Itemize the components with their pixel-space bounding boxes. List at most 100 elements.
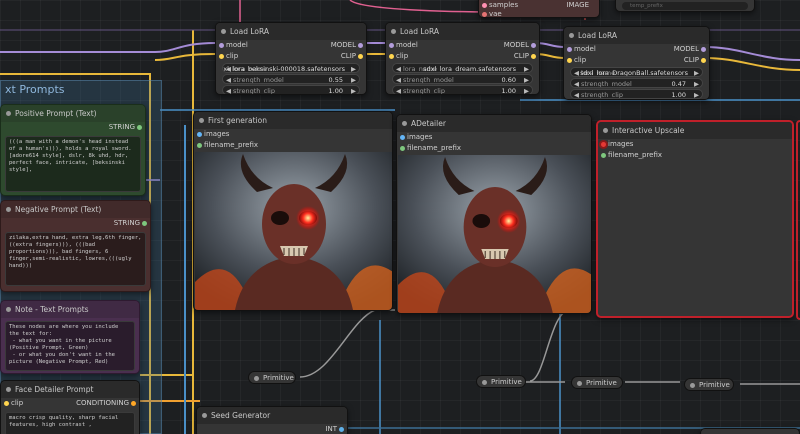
face-detailer-prompt-node[interactable]: Face Detailer Prompt clip CONDITIONING m… [0, 380, 140, 434]
strength-model-slider[interactable]: ◀ strength_model 0.55 ▶ [222, 74, 360, 84]
arrow-left-icon[interactable]: ◀ [396, 64, 401, 72]
positive-prompt-textarea[interactable]: (((a man with a demon's head instead of … [5, 136, 141, 192]
arrow-left-icon[interactable]: ◀ [396, 75, 401, 83]
collapse-toggle[interactable] [199, 118, 204, 123]
model-output-dot[interactable] [358, 43, 363, 48]
vae-decode-node[interactable]: samples IMAGE vae [478, 0, 600, 18]
arrow-right-icon[interactable]: ▶ [351, 64, 356, 72]
samples-input-dot[interactable] [482, 3, 487, 8]
clip-output-dot[interactable] [701, 58, 706, 63]
collapse-toggle[interactable] [577, 381, 582, 386]
lora-name-combo[interactable]: ◀ lora_name sdxl_lora_DragonBall.safeten… [570, 67, 703, 77]
seed-generator-node[interactable]: Seed Generator INT [196, 406, 348, 434]
collapse-toggle[interactable] [6, 111, 11, 116]
filename-prefix-input-dot[interactable] [601, 153, 606, 158]
collapse-toggle[interactable] [202, 413, 207, 418]
negative-prompt-node[interactable]: Negative Prompt (Text) STRING zilaka,ext… [0, 200, 151, 292]
node-title[interactable]: Negative Prompt (Text) [1, 201, 150, 218]
lora-name-combo[interactable]: ◀ lora_name sdxl_lora_dream.safetensors … [392, 63, 533, 73]
save-image-node-top[interactable]: temp_prefix [615, 0, 755, 12]
node-title[interactable]: Load LoRA [386, 23, 539, 40]
primitive-node-2[interactable]: Primitive [476, 375, 526, 388]
int-output-dot[interactable] [339, 427, 344, 432]
arrow-left-icon[interactable]: ◀ [574, 90, 579, 98]
first-generation-node[interactable]: First generation images filename_prefix [193, 111, 393, 311]
primitive-node-3[interactable]: Primitive [571, 376, 623, 389]
images-input-dot[interactable] [197, 132, 202, 137]
collapse-toggle[interactable] [254, 376, 259, 381]
collapse-toggle[interactable] [402, 121, 407, 126]
negative-prompt-textarea[interactable]: zilaka,extra hand, extra leg,6th finger,… [5, 232, 146, 286]
clip-input-dot[interactable] [219, 54, 224, 59]
arrow-right-icon[interactable]: ▶ [524, 86, 529, 94]
offscreen-node[interactable] [700, 428, 800, 434]
image-preview[interactable] [398, 155, 591, 313]
node-title[interactable]: Load LoRA [564, 27, 709, 44]
string-output-dot[interactable] [142, 221, 147, 226]
filename-prefix-input-dot[interactable] [400, 146, 405, 151]
collapse-toggle[interactable] [6, 207, 11, 212]
arrow-right-icon[interactable]: ▶ [351, 86, 356, 94]
collapse-toggle[interactable] [603, 128, 608, 133]
collapse-toggle[interactable] [569, 33, 574, 38]
arrow-right-icon[interactable]: ▶ [694, 90, 699, 98]
strength-clip-slider[interactable]: ◀ strength_clip 1.00 ▶ [222, 85, 360, 94]
node-title[interactable]: ADetailer [397, 115, 591, 132]
arrow-right-icon[interactable]: ▶ [694, 68, 699, 76]
primitive-node-4[interactable]: Primitive [684, 378, 734, 391]
load-lora-node-1[interactable]: Load LoRA model MODEL clip CLIP ◀ lora_n… [215, 22, 367, 95]
positive-prompt-node[interactable]: Positive Prompt (Text) STRING (((a man w… [0, 104, 146, 196]
node-title[interactable]: Note - Text Prompts [1, 301, 139, 318]
clip-input-dot[interactable] [567, 58, 572, 63]
arrow-right-icon[interactable]: ▶ [524, 64, 529, 72]
model-output-dot[interactable] [531, 43, 536, 48]
strength-clip-slider[interactable]: ◀ strength_clip 1.00 ▶ [392, 85, 533, 94]
vae-input-dot[interactable] [482, 12, 487, 17]
arrow-right-icon[interactable]: ▶ [351, 75, 356, 83]
arrow-left-icon[interactable]: ◀ [574, 68, 579, 76]
interactive-upscale-node[interactable]: Interactive Upscale images filename_pref… [596, 120, 794, 318]
collapse-toggle[interactable] [6, 307, 11, 312]
clip-output-dot[interactable] [358, 54, 363, 59]
node-title[interactable]: Face Detailer Prompt [1, 381, 139, 398]
clip-output-dot[interactable] [531, 54, 536, 59]
image-preview[interactable] [195, 152, 392, 310]
images-input-dot[interactable] [400, 135, 405, 140]
node-title[interactable]: Load LoRA [216, 23, 366, 40]
node-title[interactable]: Interactive Upscale [598, 122, 792, 139]
collapse-toggle[interactable] [391, 29, 396, 34]
collapse-toggle[interactable] [690, 383, 695, 388]
model-input-dot[interactable] [219, 43, 224, 48]
load-lora-node-3[interactable]: Load LoRA model MODEL clip CLIP ◀ lora_n… [563, 26, 710, 100]
model-input-dot[interactable] [567, 47, 572, 52]
arrow-left-icon[interactable]: ◀ [396, 86, 401, 94]
face-detailer-textarea[interactable]: macro crisp quality, sharp facial featur… [5, 412, 135, 434]
node-title[interactable]: First generation [194, 112, 392, 129]
conditioning-output-dot[interactable] [131, 401, 136, 406]
arrow-left-icon[interactable]: ◀ [226, 86, 231, 94]
model-output-dot[interactable] [701, 47, 706, 52]
arrow-left-icon[interactable]: ◀ [226, 75, 231, 83]
strength-clip-slider[interactable]: ◀ strength_clip 1.00 ▶ [570, 89, 703, 99]
filename-prefix-input-dot[interactable] [197, 143, 202, 148]
note-textarea[interactable]: These nodes are where you include the te… [5, 321, 135, 371]
primitive-node-1[interactable]: Primitive [248, 371, 296, 384]
strength-model-slider[interactable]: ◀ strength_model 0.60 ▶ [392, 74, 533, 84]
collapse-toggle[interactable] [221, 29, 226, 34]
arrow-right-icon[interactable]: ▶ [694, 79, 699, 87]
collapse-toggle[interactable] [6, 387, 11, 392]
load-lora-node-2[interactable]: Load LoRA model MODEL clip CLIP ◀ lora_n… [385, 22, 540, 95]
arrow-left-icon[interactable]: ◀ [574, 79, 579, 87]
string-output-dot[interactable] [137, 125, 142, 130]
lora-name-combo[interactable]: ◀ lora_name sdxl_lora_beksinski-000018.s… [222, 63, 360, 73]
node-title[interactable]: Seed Generator [197, 407, 347, 424]
strength-model-slider[interactable]: ◀ strength_model 0.47 ▶ [570, 78, 703, 88]
node-title[interactable]: Positive Prompt (Text) [1, 105, 145, 122]
images-input-dot[interactable] [601, 142, 606, 147]
clip-input-dot[interactable] [389, 54, 394, 59]
collapse-toggle[interactable] [482, 380, 487, 385]
clip-input-dot[interactable] [4, 401, 9, 406]
note-node[interactable]: Note - Text Prompts These nodes are wher… [0, 300, 140, 374]
filename-prefix-widget[interactable]: temp_prefix [622, 2, 748, 10]
arrow-right-icon[interactable]: ▶ [524, 75, 529, 83]
